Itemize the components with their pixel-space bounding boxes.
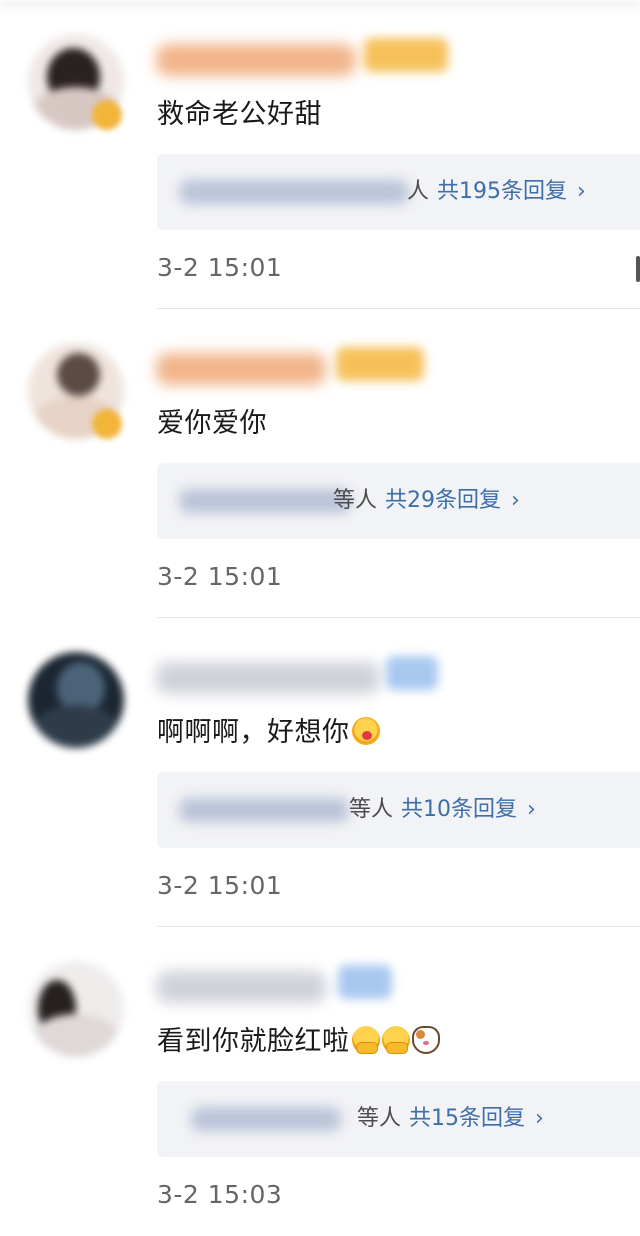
comment-text-content: 啊啊啊，好想你 <box>157 717 350 748</box>
comment-text-content: 看到你就脸红啦 <box>157 1026 350 1057</box>
chevron-right-icon: › <box>527 797 536 822</box>
comment-time: 3-2 15:03 <box>157 1180 283 1209</box>
blush-face-icon <box>351 717 380 745</box>
reply-suffix: 等人 <box>357 1106 402 1131</box>
chevron-right-icon: › <box>577 179 586 204</box>
hugging-face-icon <box>351 1026 380 1054</box>
replier-names-blurred <box>179 489 351 513</box>
username-blurred[interactable] <box>156 971 326 1003</box>
username-blurred[interactable] <box>156 44 356 76</box>
reply-summary[interactable]: 人共195条回复 › <box>157 154 640 230</box>
verified-badge-icon <box>92 100 122 130</box>
avatar[interactable] <box>28 961 124 1057</box>
replier-names-blurred <box>179 180 409 204</box>
comment-time: 3-2 15:01 <box>157 562 283 591</box>
comment-text: 救命老公好甜 <box>157 95 322 135</box>
hugging-face-icon <box>381 1026 410 1054</box>
level-badge-icon <box>386 656 438 690</box>
reply-suffix: 等人 <box>333 488 378 513</box>
comment-text: 爱你爱你 <box>157 404 267 444</box>
reply-count-link[interactable]: 共29条回复 <box>385 488 501 513</box>
reply-info: 等人 共10条回复 › <box>349 794 536 826</box>
comment-time: 3-2 15:01 <box>157 253 283 282</box>
vip-badge-icon <box>364 38 448 72</box>
reply-suffix: 人 <box>407 179 430 204</box>
username-blurred[interactable] <box>156 662 380 694</box>
reply-count-link[interactable]: 共15条回复 <box>409 1106 525 1131</box>
replier-names-blurred <box>191 1107 341 1131</box>
chevron-right-icon: › <box>535 1106 544 1131</box>
reply-summary[interactable]: 等人 共29条回复 › <box>157 463 640 539</box>
reply-suffix: 等人 <box>349 797 394 822</box>
comment-text: 啊啊啊，好想你 <box>157 713 380 753</box>
verified-badge-icon <box>92 409 122 439</box>
comment-text-content: 爱你爱你 <box>157 408 267 439</box>
reply-summary[interactable]: 等人 共15条回复 › <box>157 1081 640 1157</box>
chevron-right-icon: › <box>511 488 520 513</box>
comment-item[interactable]: 爱你爱你 等人 共29条回复 › 3-2 15:01 <box>0 309 640 618</box>
reply-summary[interactable]: 等人 共10条回复 › <box>157 772 640 848</box>
reply-info: 等人 共15条回复 › <box>357 1103 544 1135</box>
vip-badge-icon <box>336 347 424 381</box>
comment-item[interactable]: 救命老公好甜 人共195条回复 › 3-2 15:01 <box>0 0 640 309</box>
level-badge-icon <box>338 965 392 999</box>
reply-count-link[interactable]: 共195条回复 <box>437 179 567 204</box>
replier-names-blurred <box>179 798 349 822</box>
comment-text: 看到你就脸红啦 <box>157 1022 440 1062</box>
reply-info: 人共195条回复 › <box>407 176 586 208</box>
comment-time: 3-2 15:01 <box>157 871 283 900</box>
scroll-marker <box>636 256 640 282</box>
cat-face-icon <box>411 1026 440 1054</box>
reply-count-link[interactable]: 共10条回复 <box>401 797 517 822</box>
reply-info: 等人 共29条回复 › <box>333 485 520 517</box>
comment-item[interactable]: 看到你就脸红啦 等人 共15条回复 › 3-2 15:03 <box>0 927 640 1236</box>
comment-text-content: 救命老公好甜 <box>157 99 322 130</box>
avatar[interactable] <box>28 652 124 748</box>
username-blurred[interactable] <box>156 353 326 385</box>
comment-item[interactable]: 啊啊啊，好想你 等人 共10条回复 › 3-2 15:01 <box>0 618 640 927</box>
